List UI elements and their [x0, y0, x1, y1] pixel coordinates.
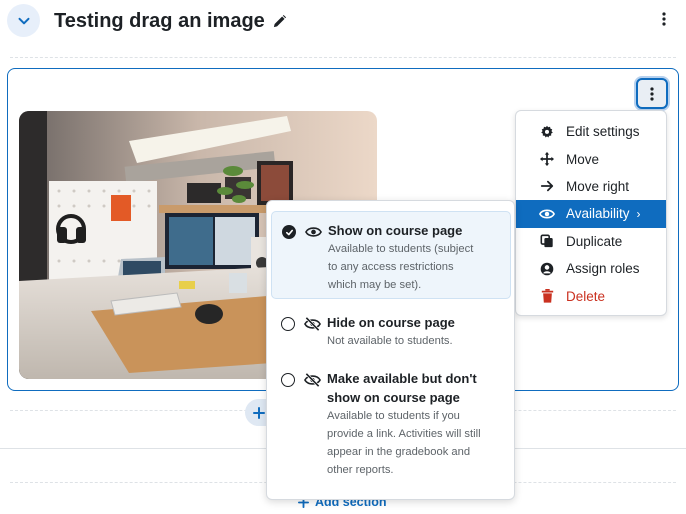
menu-item-move[interactable]: Move [516, 145, 666, 172]
option-description: provide a link. Activities will still [327, 428, 481, 440]
radio-unchecked-icon [281, 373, 295, 387]
eye-icon [305, 227, 322, 237]
option-description: appear in the gradebook and [327, 446, 471, 458]
duplicate-icon [539, 233, 555, 249]
option-title: Make available but don't [327, 371, 477, 386]
gear-icon [539, 124, 555, 140]
availability-submenu: Show on course page Available to student… [266, 200, 515, 500]
availability-option-hide[interactable]: Hide on course page Not available to stu… [271, 305, 511, 351]
eye-slash-icon [304, 317, 321, 331]
activity-actions-kebab-icon[interactable] [636, 78, 668, 109]
menu-item-delete[interactable]: Delete [516, 282, 666, 309]
availability-option-show[interactable]: Show on course page Available to student… [271, 211, 511, 299]
move-arrows-icon [539, 151, 555, 167]
user-icon [539, 261, 555, 277]
section-actions-kebab-icon[interactable] [656, 9, 672, 29]
collapse-section-button[interactable] [7, 4, 40, 37]
option-description: Available to students if you [327, 410, 460, 422]
arrow-right-icon [539, 178, 555, 194]
option-description: other reports. [327, 464, 394, 476]
option-description: Available to students (subject [328, 243, 474, 255]
option-title: Show on course page [328, 223, 463, 238]
menu-item-duplicate[interactable]: Duplicate [516, 228, 666, 255]
radio-unchecked-icon [281, 317, 295, 331]
pencil-icon[interactable] [272, 14, 287, 29]
option-title: Hide on course page [327, 315, 455, 330]
menu-item-move-right[interactable]: Move right [516, 173, 666, 200]
menu-item-availability[interactable]: Availability › [516, 200, 666, 228]
activity-action-menu: Edit settings Move Move right Availabili… [515, 110, 667, 316]
chevron-down-icon [18, 17, 29, 24]
availability-option-stealth[interactable]: Make available but don't show on course … [271, 361, 511, 483]
option-title: show on course page [327, 390, 460, 405]
option-description: Not available to students. [327, 335, 453, 347]
menu-item-assign-roles[interactable]: Assign roles [516, 255, 666, 282]
menu-item-edit-settings[interactable]: Edit settings [516, 118, 666, 145]
trash-icon [539, 288, 555, 304]
eye-icon [539, 206, 555, 222]
chevron-right-icon: › [636, 206, 641, 221]
option-description: which may be set). [328, 279, 422, 291]
eye-slash-icon [304, 373, 321, 387]
radio-checked-icon [282, 225, 296, 239]
option-description: to any access restrictions [328, 261, 454, 273]
divider [10, 57, 676, 58]
section-title: Testing drag an image [54, 8, 287, 34]
section-title-text: Testing drag an image [54, 10, 265, 32]
plus-icon [253, 406, 265, 419]
